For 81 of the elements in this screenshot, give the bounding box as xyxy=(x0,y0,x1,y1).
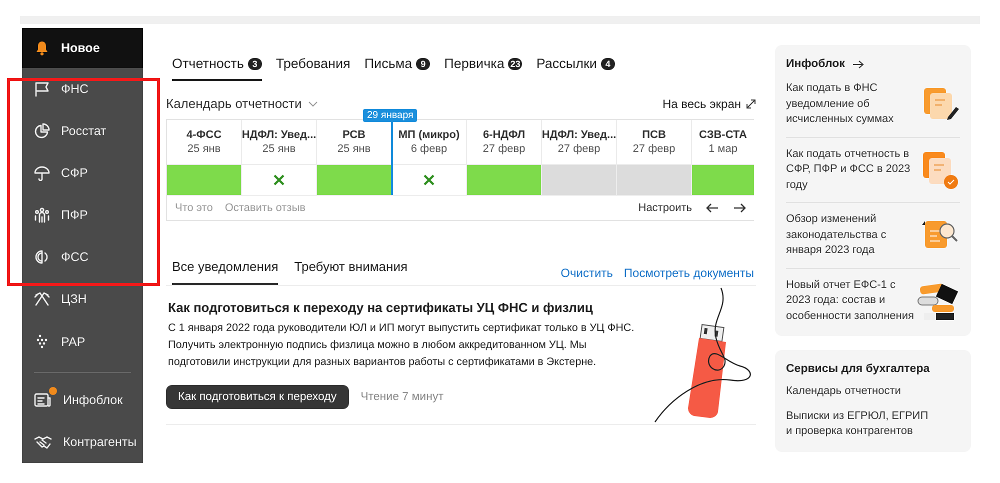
grapes-icon xyxy=(34,334,50,350)
sidebar-item[interactable]: Новое xyxy=(22,28,143,68)
report-name: СЗВ-СТА xyxy=(699,129,747,141)
tab[interactable]: Все уведомления xyxy=(172,259,278,285)
due-date: 1 мар xyxy=(708,143,738,155)
article-link[interactable]: Как подать в ФНС уведомление об исчисленных суммах xyxy=(786,81,914,128)
due-date: 25 янв xyxy=(262,143,296,155)
count-badge: 3 xyxy=(248,58,262,70)
report-name: ПСВ xyxy=(642,129,666,141)
sidebar-item[interactable]: Росстат xyxy=(22,110,143,152)
count-badge: 23 xyxy=(508,58,522,70)
due-date: 6 февр xyxy=(410,143,448,155)
pie-chart-icon xyxy=(34,122,50,139)
expand-icon xyxy=(746,98,756,108)
sidebar-item[interactable]: ПФР xyxy=(22,194,143,236)
report-name: 6-НДФЛ xyxy=(482,129,526,141)
report-header-cell[interactable]: НДФЛ: Увед... 27 февр xyxy=(542,120,616,164)
cross-icon xyxy=(423,174,435,186)
article-link[interactable]: Как подать отчетность в СФР, ПФР и ФСС в 2023 году xyxy=(786,146,914,193)
document-check-icon xyxy=(920,150,960,190)
service-link[interactable]: Выписки из ЕГРЮЛ, ЕГРИП и проверка контрагентов xyxy=(786,408,936,440)
report-name: МП (микро) xyxy=(398,129,460,141)
report-header-cell[interactable]: РСВ 25 янв xyxy=(317,120,391,164)
due-date: 27 февр xyxy=(558,143,600,155)
tab[interactable]: Требуют внимания xyxy=(294,259,408,285)
people-icon xyxy=(34,207,50,224)
report-header-cell[interactable]: 6-НДФЛ 27 февр xyxy=(467,120,541,164)
sidebar-item[interactable]: СФР xyxy=(22,152,143,194)
tab[interactable]: Первичка 23 xyxy=(444,52,522,81)
sidebar-item[interactable]: ФНС xyxy=(22,68,143,110)
report-header-cell[interactable]: МП (микро) 6 февр xyxy=(392,120,466,164)
report-header-cell[interactable]: ПСВ 27 февр xyxy=(617,120,691,164)
article-text: С 1 января 2022 года руководители ЮЛ и ИП могут выпустить сертификат только в УЦ ФНС. Получить электронную подпись физлица можно в любом аккредитованном УЦ. Мы подготовили инструкции для разных вариантов работы с сертификатами в Экстерне. xyxy=(168,321,636,370)
report-name: НДФЛ: Увед... xyxy=(242,129,316,141)
count-badge: 4 xyxy=(600,58,615,70)
infoblock-link[interactable]: Инфоблок xyxy=(786,58,960,70)
due-date: 25 янв xyxy=(187,143,221,155)
coin-icon xyxy=(34,249,50,266)
report-header-cell[interactable]: 4-ФСС 25 янв xyxy=(167,120,241,164)
umbrella-icon xyxy=(34,165,50,182)
flag-icon xyxy=(34,80,50,97)
service-link[interactable]: Календарь отчетности xyxy=(786,384,936,400)
sidebar-item[interactable]: ЦЗН xyxy=(22,278,143,321)
report-header-cell[interactable]: СЗВ-СТА 1 мар xyxy=(692,120,754,164)
count-badge: 9 xyxy=(416,58,430,70)
tab[interactable]: Отчетность 3 xyxy=(172,52,262,81)
tab[interactable]: Рассылки 4 xyxy=(536,52,615,81)
cross-icon xyxy=(273,174,285,186)
chevron-down-icon xyxy=(308,100,318,106)
report-name: 4-ФСС xyxy=(186,129,222,141)
today-label: 29 января xyxy=(363,109,418,122)
article-link[interactable]: Новый отчет ЕФС-1 с 2023 года: состав и особенности заполнения xyxy=(786,278,914,324)
arrow-left-icon xyxy=(706,203,719,213)
due-date: 27 февр xyxy=(632,143,676,155)
tools-icon xyxy=(34,291,50,308)
read-time: Чтение 7 минут xyxy=(360,391,444,403)
due-date: 27 февр xyxy=(482,143,526,155)
calendar-dropdown[interactable]: Календарь отчетности xyxy=(166,96,318,111)
sidebar-item[interactable]: Инфоблок xyxy=(22,378,143,421)
report-name: НДФЛ: Увед... xyxy=(542,129,616,141)
configure-link[interactable]: Настроить xyxy=(638,202,692,214)
fullscreen-link[interactable]: На весь экран xyxy=(662,96,756,110)
report-name: РСВ xyxy=(342,129,366,141)
card-title: Сервисы для бухгалтера xyxy=(786,363,931,375)
due-date: 25 янв xyxy=(337,143,371,155)
bell-icon xyxy=(34,40,50,56)
read-button[interactable]: Как подготовиться к переходу xyxy=(166,385,349,409)
tab[interactable]: Письма 9 xyxy=(364,52,430,81)
handshake-icon xyxy=(34,434,52,450)
newspaper-icon xyxy=(34,392,52,408)
article-link[interactable]: Обзор изменений законодательства с января 2023 года xyxy=(786,212,914,258)
tab[interactable]: Требования xyxy=(276,52,350,81)
report-header-cell[interactable]: НДФЛ: Увед... 25 янв xyxy=(242,120,316,164)
sidebar-item[interactable]: Контрагенты xyxy=(22,420,143,463)
arrow-right-icon xyxy=(852,60,864,68)
sidebar-item[interactable]: ФСС xyxy=(22,236,143,278)
arrow-right-icon xyxy=(733,203,746,213)
sidebar-item[interactable]: РАР xyxy=(22,320,143,363)
link[interactable]: Посмотреть документы xyxy=(624,266,754,280)
link[interactable]: Очистить xyxy=(560,266,613,280)
article-title: Как подготовиться к переходу на сертификаты УЦ ФНС и физлиц xyxy=(168,300,594,315)
